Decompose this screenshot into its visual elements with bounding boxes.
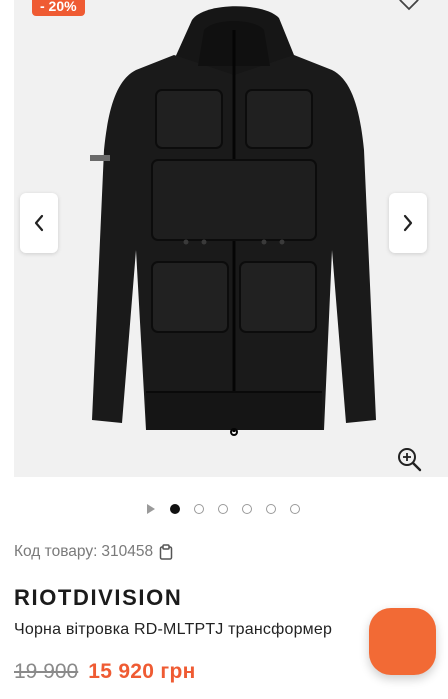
sku-row: Код товару: 310458 <box>14 543 173 561</box>
product-gallery[interactable]: - 20% <box>14 0 448 477</box>
pagination-dot[interactable] <box>170 504 180 514</box>
pagination-dot[interactable] <box>194 504 204 514</box>
zoom-in-icon[interactable] <box>396 446 422 472</box>
product-image <box>90 6 376 436</box>
gallery-prev-button[interactable] <box>20 193 58 253</box>
chevron-right-icon <box>403 214 413 232</box>
copy-icon[interactable] <box>159 544 173 560</box>
floating-action-button[interactable] <box>369 608 436 675</box>
pagination-dot[interactable] <box>242 504 252 514</box>
gallery-pagination <box>146 502 314 516</box>
pagination-dot[interactable] <box>290 504 300 514</box>
old-price: 19 900 <box>14 660 79 683</box>
heart-outline-icon[interactable] <box>397 0 421 12</box>
sku-value: 310458 <box>101 543 154 560</box>
chevron-left-icon <box>34 214 44 232</box>
gallery-next-button[interactable] <box>389 193 427 253</box>
current-price: 15 920 грн <box>88 660 196 683</box>
play-icon[interactable] <box>146 502 156 516</box>
price-row: 19 900 15 920 грн <box>14 660 196 684</box>
brand-name[interactable]: RIOTDIVISION <box>14 585 182 611</box>
sku-label: Код товару: <box>14 543 98 560</box>
pagination-dot[interactable] <box>218 504 228 514</box>
pagination-dot[interactable] <box>266 504 276 514</box>
product-title: Чорна вітровка RD-MLTPTJ трансформер <box>14 621 333 638</box>
